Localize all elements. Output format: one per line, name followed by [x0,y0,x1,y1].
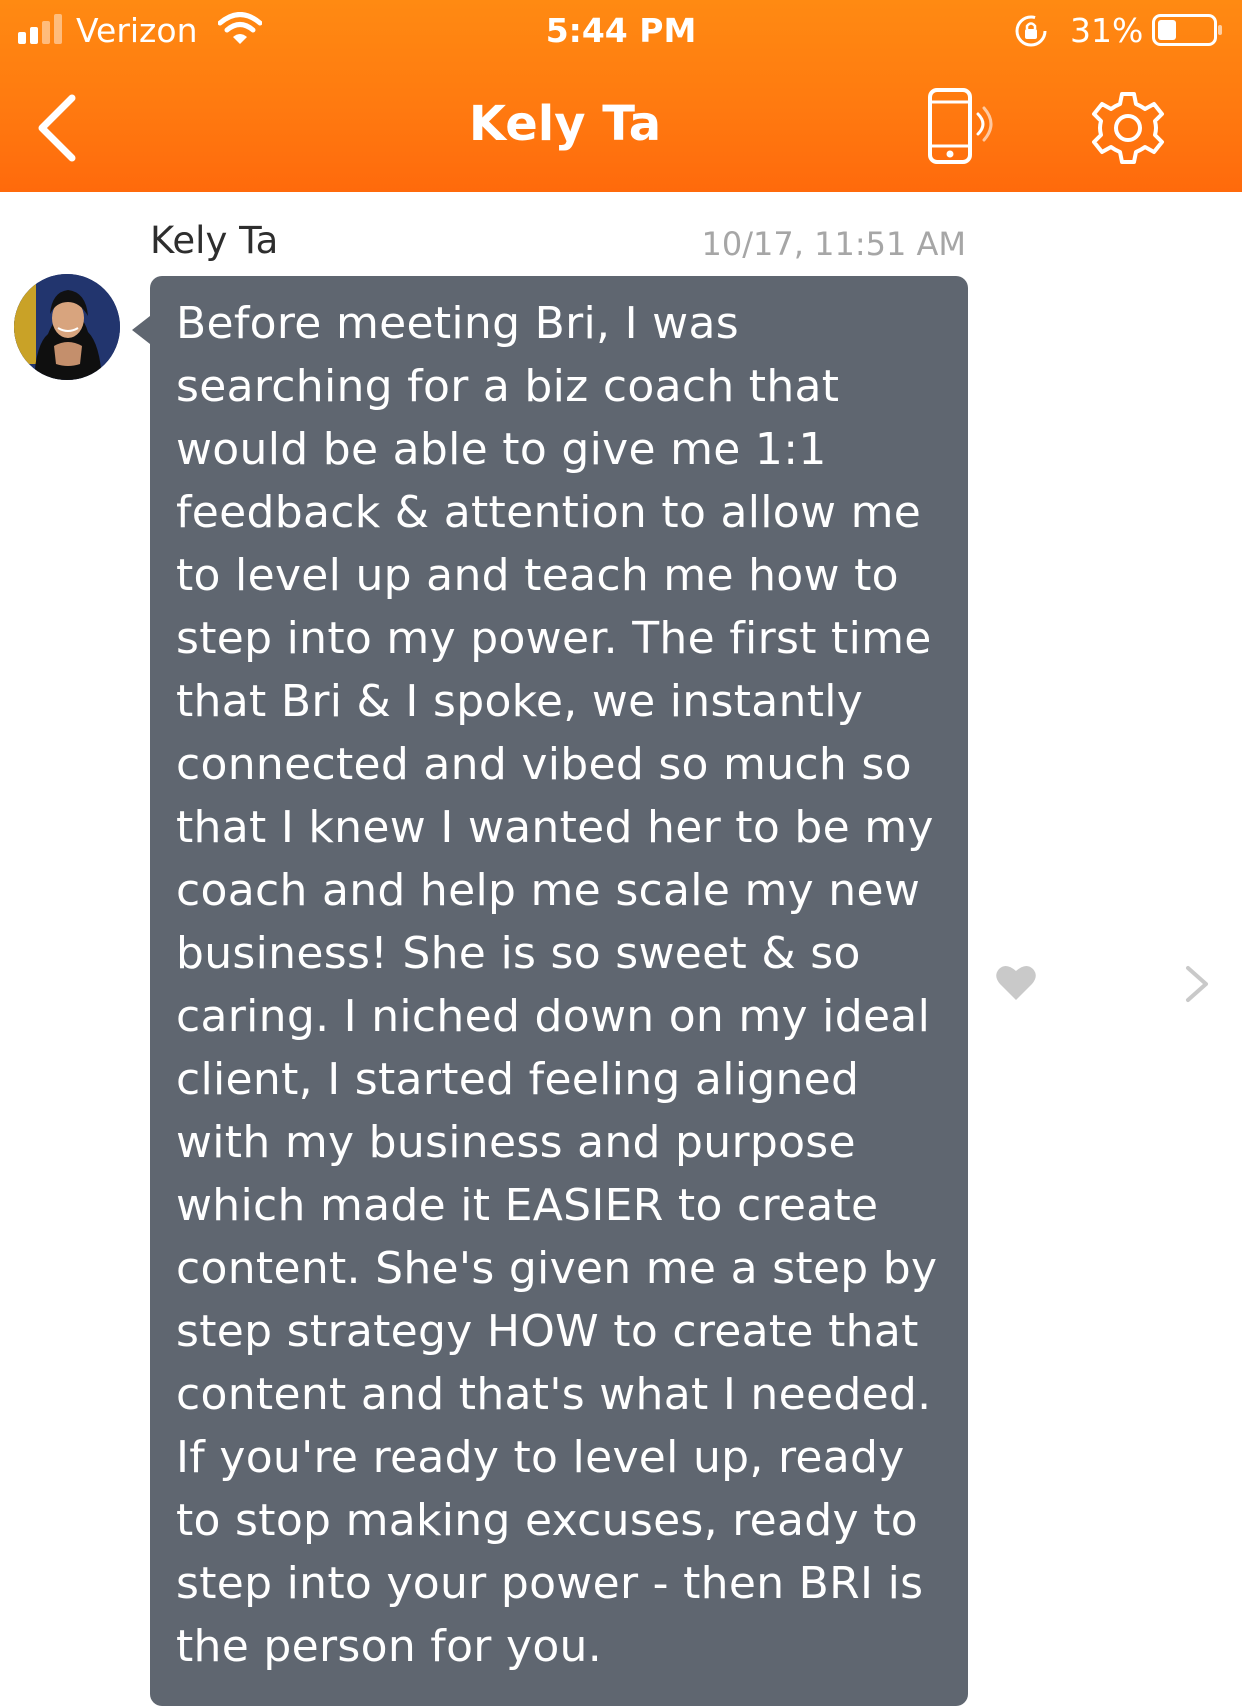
bubble-tail [132,316,150,344]
message-text: Before meeting Bri, I was searching for … [176,298,938,1672]
battery-icon [1152,14,1222,46]
heart-icon [996,965,1036,1000]
status-bar: Verizon 5:44 PM 31% [0,0,1242,64]
chevron-right-icon [1186,966,1208,1002]
app-header: Verizon 5:44 PM 31% Kely Ta [0,0,1242,192]
gear-icon [1092,92,1164,164]
status-time: 5:44 PM [545,11,697,50]
settings-button[interactable] [1088,88,1168,168]
rotation-lock-icon [1015,15,1047,47]
sender-name: Kely Ta [150,219,279,262]
avatar-photo [14,274,120,380]
phone-ringing-icon [928,88,993,164]
battery-percent: 31% [1070,11,1144,50]
like-button[interactable] [995,962,1037,1002]
message-details-button[interactable] [1180,962,1214,1006]
call-button[interactable] [922,86,1002,166]
message-bubble[interactable]: Before meeting Bri, I was searching for … [150,276,968,1706]
message-timestamp: 10/17, 11:51 AM [701,225,966,263]
avatar[interactable] [14,274,120,380]
